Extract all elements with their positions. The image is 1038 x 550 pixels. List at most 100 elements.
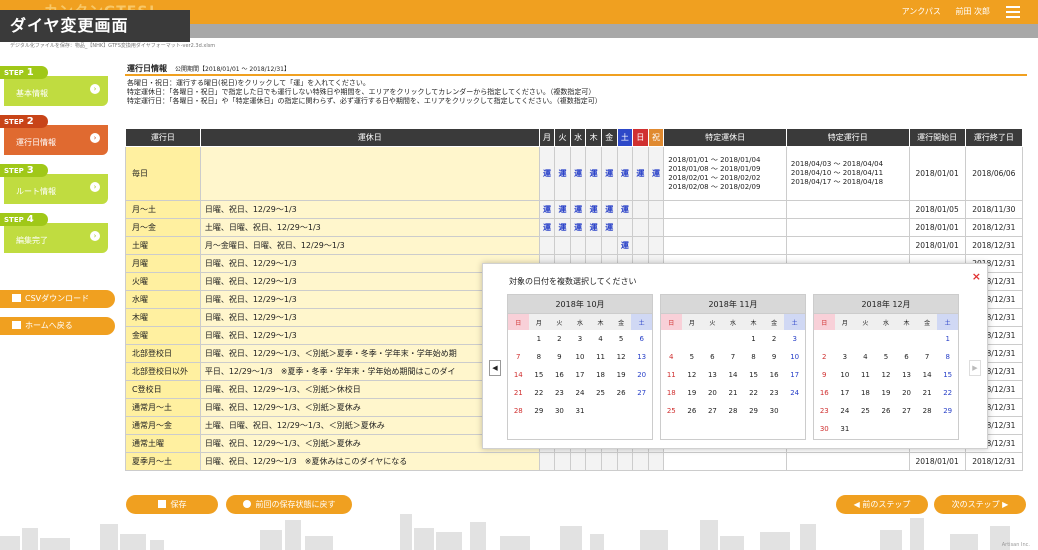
calendar-day[interactable]: 25 <box>661 402 682 420</box>
service-day-cell[interactable]: 金曜 <box>125 326 201 345</box>
calendar-day[interactable]: 14 <box>508 366 529 384</box>
service-day-cell[interactable]: 火曜 <box>125 272 201 291</box>
calendar-day[interactable]: 16 <box>764 366 785 384</box>
special-off-cell[interactable]: 2018/01/01 〜 2018/01/04 2018/01/08 〜 2018… <box>663 146 787 201</box>
day-toggle-cell[interactable] <box>554 236 571 255</box>
holiday-cell[interactable]: 月〜金曜日、日曜、祝日、12/29〜1/3 <box>199 236 540 255</box>
calendar-day[interactable]: 5 <box>682 348 703 366</box>
start-date-cell[interactable]: 2018/01/01 <box>908 452 966 471</box>
day-toggle-cell[interactable] <box>632 236 649 255</box>
special-off-cell[interactable] <box>663 218 787 237</box>
calendar-day[interactable]: 21 <box>508 384 529 402</box>
calendar-day[interactable]: 29 <box>529 402 550 420</box>
calendar-day[interactable]: 25 <box>590 384 611 402</box>
calendar-day[interactable]: 6 <box>702 348 723 366</box>
calendar-day[interactable]: 3 <box>784 330 805 348</box>
calendar-day[interactable]: 23 <box>764 384 785 402</box>
calendar-day[interactable]: 14 <box>723 366 744 384</box>
step-box[interactable]: ルート情報 › <box>4 174 108 204</box>
special-on-cell[interactable] <box>785 452 910 471</box>
day-toggle-cell[interactable]: 運 <box>585 200 602 219</box>
calendar-day[interactable]: 28 <box>917 402 938 420</box>
day-toggle-cell[interactable]: 運 <box>569 200 587 219</box>
calendar-day[interactable]: 5 <box>611 330 632 348</box>
start-date-cell[interactable]: 2018/01/01 <box>908 218 966 237</box>
end-date-cell[interactable]: 2018/12/31 <box>964 218 1024 237</box>
calendar-day[interactable]: 24 <box>784 384 805 402</box>
calendar-day[interactable]: 11 <box>661 366 682 384</box>
calendar-day[interactable]: 16 <box>814 384 835 402</box>
step-box[interactable]: 編集完了 › <box>4 223 108 253</box>
calendar-day[interactable]: 3 <box>570 330 591 348</box>
step-item-3[interactable]: ルート情報 › STEP 3 <box>0 160 110 206</box>
start-date-cell[interactable]: 2018/01/01 <box>908 236 966 255</box>
calendar-day[interactable]: 8 <box>529 348 550 366</box>
calendar-day[interactable]: 16 <box>549 366 570 384</box>
calendar-day[interactable]: 22 <box>937 384 958 402</box>
calendar-day[interactable]: 8 <box>937 348 958 366</box>
holiday-cell[interactable]: 日曜、祝日、12/29〜1/3 <box>199 200 540 219</box>
day-toggle-cell[interactable]: 運 <box>538 146 556 201</box>
calendar-day[interactable]: 24 <box>570 384 591 402</box>
calendar-day[interactable]: 7 <box>508 348 529 366</box>
calendar-day[interactable]: 23 <box>814 402 835 420</box>
calendar-day[interactable]: 23 <box>549 384 570 402</box>
calendar-day[interactable]: 25 <box>855 402 876 420</box>
day-toggle-cell[interactable]: 運 <box>554 200 571 219</box>
calendar-day[interactable]: 12 <box>876 366 897 384</box>
service-day-cell[interactable]: 夏季月〜土 <box>125 452 201 471</box>
day-toggle-cell[interactable]: 運 <box>616 236 634 255</box>
day-toggle-cell[interactable]: 運 <box>569 146 587 201</box>
day-toggle-cell[interactable]: 運 <box>538 200 556 219</box>
calendar-day[interactable]: 15 <box>529 366 550 384</box>
calendar-day[interactable]: 13 <box>896 366 917 384</box>
calendar-day[interactable]: 26 <box>876 402 897 420</box>
calendar-day[interactable]: 15 <box>937 366 958 384</box>
special-off-cell[interactable] <box>663 452 787 471</box>
day-toggle-cell[interactable] <box>600 236 618 255</box>
service-day-cell[interactable]: 通常土曜 <box>125 434 201 453</box>
service-day-cell[interactable]: 北部登校日以外 <box>125 362 201 381</box>
day-toggle-cell[interactable]: 運 <box>554 146 571 201</box>
calendar-day[interactable]: 18 <box>661 384 682 402</box>
calendar-day[interactable]: 13 <box>631 348 652 366</box>
calendar-day[interactable]: 21 <box>723 384 744 402</box>
day-toggle-cell[interactable]: 運 <box>554 218 571 237</box>
day-toggle-cell[interactable]: 運 <box>585 218 602 237</box>
calendar-day[interactable]: 2 <box>764 330 785 348</box>
calendar-day[interactable]: 30 <box>814 420 835 438</box>
calendar-day[interactable]: 7 <box>917 348 938 366</box>
calendar-day[interactable]: 4 <box>855 348 876 366</box>
calendar-day[interactable]: 17 <box>835 384 856 402</box>
calendar-day[interactable]: 21 <box>917 384 938 402</box>
day-toggle-cell[interactable]: 運 <box>632 146 649 201</box>
service-day-cell[interactable]: 土曜 <box>125 236 201 255</box>
next-month-button[interactable]: ▶ <box>969 360 981 376</box>
calendar-day[interactable]: 14 <box>917 366 938 384</box>
special-on-cell[interactable] <box>785 200 910 219</box>
holiday-cell[interactable]: 日曜、祝日、12/29〜1/3 ※夏休みはこのダイヤになる <box>199 452 540 471</box>
day-toggle-cell[interactable]: 運 <box>538 218 556 237</box>
calendar-day[interactable]: 27 <box>896 402 917 420</box>
menu-icon[interactable] <box>1006 6 1020 18</box>
calendar-day[interactable]: 19 <box>611 366 632 384</box>
close-icon[interactable]: × <box>972 270 981 283</box>
start-date-cell[interactable]: 2018/01/01 <box>908 146 966 201</box>
csv-download-button[interactable]: CSVダウンロード <box>0 290 115 308</box>
calendar-day[interactable]: 26 <box>682 402 703 420</box>
special-on-cell[interactable] <box>785 218 910 237</box>
calendar-day[interactable]: 9 <box>764 348 785 366</box>
end-date-cell[interactable]: 2018/06/06 <box>964 146 1024 201</box>
calendar-day[interactable]: 2 <box>814 348 835 366</box>
calendar-day[interactable]: 31 <box>835 420 856 438</box>
day-toggle-cell[interactable] <box>632 200 649 219</box>
service-day-cell[interactable]: 月曜 <box>125 254 201 273</box>
service-day-cell[interactable]: 月〜土 <box>125 200 201 219</box>
holiday-cell[interactable]: 土曜、日曜、祝日、12/29〜1/3 <box>199 218 540 237</box>
calendar-day[interactable]: 1 <box>529 330 550 348</box>
service-day-cell[interactable]: 通常月〜土 <box>125 398 201 417</box>
calendar-day[interactable]: 1 <box>937 330 958 348</box>
service-day-cell[interactable]: 木曜 <box>125 308 201 327</box>
calendar-day[interactable]: 8 <box>743 348 764 366</box>
service-day-cell[interactable]: 通常月〜金 <box>125 416 201 435</box>
